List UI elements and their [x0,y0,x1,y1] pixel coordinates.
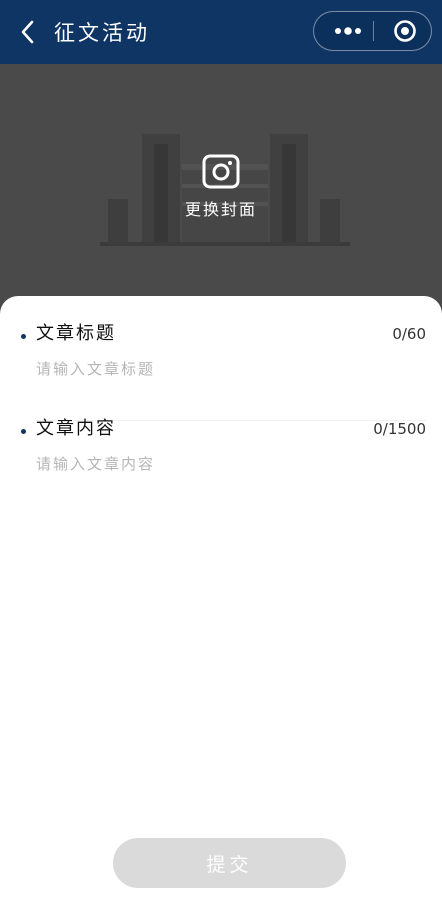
change-cover-button[interactable]: 更换封面 [0,152,442,220]
title-label: 文章标题 [36,323,116,344]
capsule-divider [373,21,374,41]
required-dot [21,334,26,339]
content-char-count: 0/1500 [373,420,426,438]
target-circle-icon [394,20,416,42]
submit-button[interactable]: 提交 [113,838,346,888]
back-button[interactable] [14,18,40,46]
more-button[interactable] [326,12,370,50]
change-cover-label: 更换封面 [184,200,257,219]
chevron-left-icon [21,20,34,44]
page-title: 征文活动 [54,21,150,45]
cover-image-area[interactable]: 更换封面 [0,64,442,314]
form-sheet: 文章标题 0/60 文章内容 0/1500 [0,296,442,907]
mini-program-capsule [313,11,432,51]
content-label: 文章内容 [36,418,116,439]
title-input[interactable] [36,353,416,385]
title-char-count: 0/60 [392,325,426,343]
close-button[interactable] [390,12,420,50]
content-input[interactable] [36,448,416,480]
more-dots-icon [335,27,361,35]
required-dot [21,429,26,434]
camera-icon [202,154,240,189]
navigation-bar: 征文活动 [0,0,442,64]
